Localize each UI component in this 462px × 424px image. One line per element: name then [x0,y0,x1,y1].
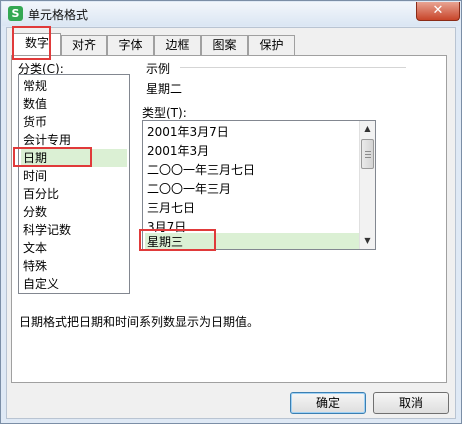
category-item[interactable]: 百分比 [21,185,127,203]
cancel-button[interactable]: 取消 [373,392,449,414]
sample-label: 示例 [146,62,171,76]
close-button[interactable]: ✕ [416,2,460,21]
tab-alignment[interactable]: 对齐 [61,35,107,55]
sample-value: 星期二 [146,82,183,96]
type-item[interactable]: 二〇〇一年三月 [145,180,359,198]
category-item[interactable]: 货币 [21,113,127,131]
category-item[interactable]: 特殊 [21,257,127,275]
type-weekday-highlight [139,229,216,251]
category-date-highlight [13,147,92,167]
tab-pattern[interactable]: 图案 [201,35,248,55]
tab-number-highlight [12,26,51,60]
scroll-down-icon[interactable]: ▼ [360,233,375,249]
thumb-grip [365,154,371,155]
number-tab-panel: 分类(C): 常规 数值 货币 会计专用 日期 时间 百分比 分数 科学记数 文… [11,55,447,383]
sample-divider [180,67,406,68]
format-cells-dialog: S 单元格格式 ✕ 数字 对齐 字体 边框 图案 保护 分类(C): 常规 数值… [0,0,462,424]
category-item[interactable]: 文本 [21,239,127,257]
category-item[interactable]: 常规 [21,77,127,95]
scroll-thumb[interactable] [361,139,374,169]
category-item[interactable]: 数值 [21,95,127,113]
tab-protection[interactable]: 保护 [248,35,295,55]
tab-font[interactable]: 字体 [107,35,154,55]
thumb-grip [365,157,371,158]
app-logo-icon: S [8,6,23,21]
tab-border[interactable]: 边框 [154,35,201,55]
category-item[interactable]: 时间 [21,167,127,185]
type-item[interactable]: 2001年3月 [145,142,359,160]
title-bar[interactable]: S 单元格格式 ✕ [2,2,460,26]
type-item[interactable]: 2001年3月7日 [145,123,359,141]
type-scrollbar[interactable]: ▲ ▼ [359,121,375,249]
thumb-grip [365,151,371,152]
type-item[interactable]: 三月七日 [145,199,359,217]
category-item[interactable]: 分数 [21,203,127,221]
type-label: 类型(T): [142,106,187,120]
category-listbox[interactable]: 常规 数值 货币 会计专用 日期 时间 百分比 分数 科学记数 文本 特殊 自定… [18,74,130,294]
category-item[interactable]: 自定义 [21,275,127,293]
format-description: 日期格式把日期和时间系列数显示为日期值。 [19,315,260,329]
window-title: 单元格格式 [28,8,89,22]
scroll-up-icon[interactable]: ▲ [360,121,375,137]
close-icon: ✕ [432,3,444,18]
type-item[interactable]: 二〇〇一年三月七日 [145,161,359,179]
ok-button[interactable]: 确定 [290,392,366,414]
category-item[interactable]: 科学记数 [21,221,127,239]
